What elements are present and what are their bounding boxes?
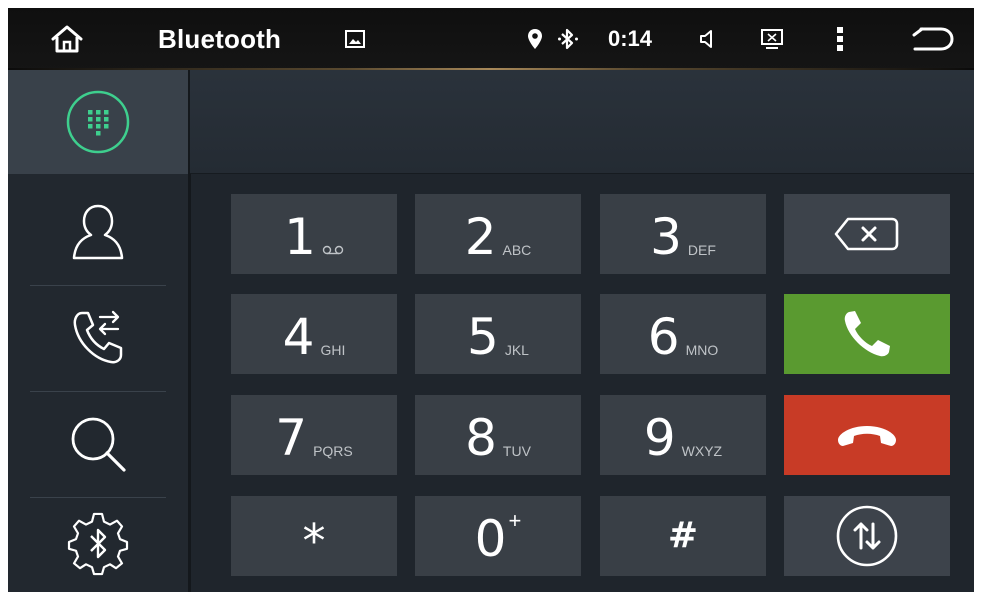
bluetooth-settings-icon [67, 512, 129, 576]
back-icon[interactable] [906, 8, 958, 70]
sidebar-item-dialpad[interactable] [8, 70, 192, 174]
display-divider [190, 173, 974, 174]
swap-vertical-icon [836, 505, 898, 567]
dialpad-icon [66, 90, 130, 154]
key-hash[interactable]: # [600, 496, 766, 576]
sidebar-item-bt-settings[interactable] [8, 498, 188, 592]
bluetooth-icon [556, 8, 580, 70]
backspace-button[interactable] [784, 194, 950, 274]
key-0[interactable]: 0 + [415, 496, 581, 576]
key-2[interactable]: 2 ABC [415, 194, 581, 274]
phone-call-icon [844, 311, 890, 357]
number-display[interactable] [190, 70, 974, 173]
volume-icon[interactable] [696, 8, 720, 70]
key-8[interactable]: 8 TUV [415, 395, 581, 475]
transfer-button[interactable] [784, 496, 950, 576]
call-button[interactable] [784, 294, 950, 374]
key-7[interactable]: 7 PQRS [231, 395, 397, 475]
status-bar: Bluetooth 0:14 [8, 8, 974, 70]
backspace-icon [834, 217, 899, 251]
gallery-icon[interactable] [341, 8, 369, 70]
hang-up-button[interactable] [784, 395, 950, 475]
app-title: Bluetooth [158, 23, 282, 54]
key-9[interactable]: 9 WXYZ [600, 395, 766, 475]
search-icon [71, 417, 126, 472]
key-6[interactable]: 6 MNO [600, 294, 766, 374]
sidebar-item-contacts[interactable] [8, 180, 188, 284]
contact-icon [72, 204, 124, 260]
more-vert-icon[interactable] [830, 8, 850, 70]
key-star[interactable]: * [231, 496, 397, 576]
home-icon[interactable] [42, 8, 92, 70]
sidebar-item-call-log[interactable] [8, 286, 188, 390]
hang-up-icon [838, 426, 896, 446]
call-log-icon [73, 310, 123, 364]
sidebar [8, 70, 192, 592]
voicemail-icon [322, 242, 344, 258]
sidebar-item-search[interactable] [8, 392, 188, 496]
screen-close-icon[interactable] [758, 8, 786, 70]
screen: Bluetooth 0:14 1 2 ABC 3 DEF 4 GHI 5 JKL… [8, 8, 974, 592]
key-3[interactable]: 3 DEF [600, 194, 766, 274]
key-4[interactable]: 4 GHI [231, 294, 397, 374]
key-5[interactable]: 5 JKL [415, 294, 581, 374]
clock: 0:14 [608, 26, 653, 51]
key-1[interactable]: 1 [231, 194, 397, 274]
location-pin-icon [524, 8, 546, 70]
